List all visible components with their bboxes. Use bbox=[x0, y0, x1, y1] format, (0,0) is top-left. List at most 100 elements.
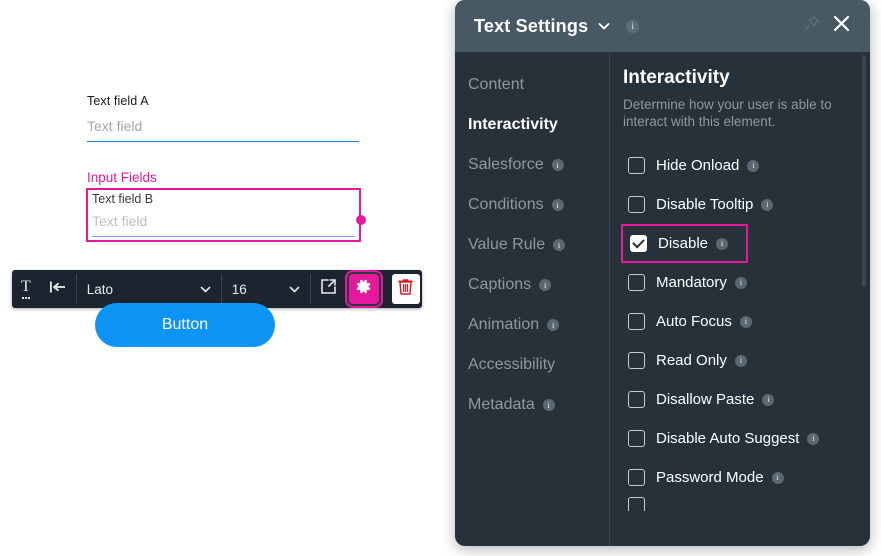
info-icon[interactable]: i bbox=[734, 354, 747, 367]
option-label: Disable Auto Suggest bbox=[656, 430, 800, 447]
checkbox-checked[interactable] bbox=[630, 235, 647, 252]
panel-content: Interactivity Determine how your user is… bbox=[610, 52, 870, 546]
selected-group-label: Input Fields bbox=[87, 170, 157, 185]
nav-item-accessibility[interactable]: Accessibility bbox=[455, 345, 609, 385]
text-field-b-label: Text field B bbox=[92, 192, 154, 206]
gear-icon bbox=[355, 278, 372, 300]
info-icon[interactable]: i bbox=[553, 239, 566, 251]
info-icon[interactable]: i bbox=[761, 198, 774, 211]
nav-item-captions[interactable]: Captions i bbox=[455, 265, 609, 305]
text-field-a-label: Text field A bbox=[87, 94, 149, 108]
canvas-button-label: Button bbox=[161, 316, 209, 333]
selected-element-outline[interactable]: Text field B Text field bbox=[86, 188, 361, 242]
settings-button[interactable] bbox=[348, 274, 379, 304]
nav-item-interactivity[interactable]: Interactivity bbox=[455, 105, 609, 145]
option-label: Read Only bbox=[656, 352, 727, 369]
checkbox-unchecked[interactable] bbox=[628, 274, 645, 291]
content-heading: Interactivity bbox=[623, 67, 730, 88]
checkbox-unchecked[interactable] bbox=[628, 430, 645, 447]
info-icon[interactable]: i bbox=[542, 399, 555, 411]
option-label: Password Mode bbox=[656, 469, 764, 486]
checkbox-unchecked[interactable] bbox=[628, 313, 645, 330]
text-field-b-placeholder: Text field bbox=[92, 213, 148, 229]
info-icon[interactable]: i bbox=[551, 159, 564, 171]
option-row-disallow-paste[interactable]: Disallow Paste i bbox=[623, 380, 870, 419]
checkbox-unchecked[interactable] bbox=[628, 469, 645, 486]
panel-title-info-icon[interactable]: i bbox=[626, 19, 640, 33]
checkbox-unchecked[interactable] bbox=[628, 196, 645, 213]
content-scrollbar-thumb[interactable] bbox=[862, 55, 866, 287]
info-icon[interactable]: i bbox=[551, 199, 564, 211]
pin-button[interactable] bbox=[796, 11, 826, 41]
font-size-value: 16 bbox=[231, 281, 247, 297]
panel-header: Text Settings i bbox=[455, 0, 870, 52]
info-icon[interactable]: i bbox=[762, 393, 775, 406]
nav-item-value-rule[interactable]: Value Rule i bbox=[455, 225, 609, 265]
open-external-icon bbox=[320, 278, 337, 300]
text-field-a-input[interactable]: Text field bbox=[87, 117, 359, 142]
canvas-button[interactable]: Button bbox=[95, 303, 275, 347]
open-external-button[interactable] bbox=[311, 270, 346, 308]
nav-item-label: Content bbox=[468, 76, 525, 93]
option-label: Mandatory bbox=[656, 274, 727, 291]
nav-item-salesforce[interactable]: Salesforce i bbox=[455, 145, 609, 185]
resize-handle-right[interactable] bbox=[356, 215, 366, 225]
delete-button[interactable] bbox=[391, 274, 420, 304]
text-settings-panel: Text Settings i Content Interactivity Sa… bbox=[455, 0, 870, 546]
align-left-button[interactable] bbox=[40, 270, 76, 308]
text-field-b-input[interactable]: Text field bbox=[92, 212, 355, 237]
interactivity-options-list: Hide Onload i Disable Tooltip i Disable i Mand… bbox=[621, 146, 870, 511]
settings-button-wrap bbox=[346, 270, 382, 308]
option-row-auto-focus[interactable]: Auto Focus i bbox=[623, 302, 870, 341]
chevron-down-icon bbox=[289, 284, 300, 295]
nav-item-label: Conditions bbox=[468, 196, 544, 213]
nav-item-label: Metadata bbox=[468, 396, 535, 413]
nav-item-metadata[interactable]: Metadata i bbox=[455, 385, 609, 425]
option-label: Auto Focus bbox=[656, 313, 732, 330]
option-row-disable-auto-suggest[interactable]: Disable Auto Suggest i bbox=[623, 419, 870, 458]
close-button[interactable] bbox=[826, 11, 856, 41]
info-icon[interactable]: i bbox=[716, 237, 729, 250]
nav-item-animation[interactable]: Animation i bbox=[455, 305, 609, 345]
panel-body: Content Interactivity Salesforce i Condition… bbox=[455, 52, 870, 546]
option-row-disable[interactable]: Disable i bbox=[621, 224, 748, 263]
close-icon bbox=[832, 14, 851, 38]
font-family-value: Lato bbox=[86, 281, 114, 297]
nav-item-label: Value Rule bbox=[468, 236, 546, 253]
checkbox-unchecked[interactable] bbox=[628, 157, 645, 174]
info-icon[interactable]: i bbox=[539, 279, 552, 291]
nav-item-label: Captions bbox=[468, 276, 532, 293]
info-icon[interactable]: i bbox=[739, 315, 752, 328]
nav-item-label: Interactivity bbox=[468, 116, 558, 133]
text-field-a-placeholder: Text field bbox=[87, 118, 143, 134]
info-icon[interactable]: i bbox=[547, 319, 560, 331]
option-row-password-mode[interactable]: Password Mode i bbox=[623, 458, 870, 497]
pin-icon bbox=[803, 15, 820, 37]
text-format-button[interactable]: T bbox=[12, 270, 40, 308]
text-format-icon: T bbox=[21, 279, 31, 299]
option-row-partial[interactable] bbox=[623, 497, 870, 511]
checkbox-unchecked[interactable] bbox=[628, 497, 645, 511]
option-row-hide-onload[interactable]: Hide Onload i bbox=[623, 146, 870, 185]
trash-icon bbox=[398, 278, 414, 300]
nav-item-content[interactable]: Content bbox=[455, 65, 609, 105]
checkbox-unchecked[interactable] bbox=[628, 352, 645, 369]
content-scrollbar[interactable] bbox=[862, 55, 866, 503]
chevron-down-icon[interactable] bbox=[597, 19, 611, 33]
info-icon[interactable]: i bbox=[807, 432, 820, 445]
option-row-disable-tooltip[interactable]: Disable Tooltip i bbox=[623, 185, 870, 224]
option-label: Disallow Paste bbox=[656, 391, 755, 408]
info-icon[interactable]: i bbox=[747, 159, 760, 172]
option-row-read-only[interactable]: Read Only i bbox=[623, 341, 870, 380]
text-field-a-group[interactable]: Text field A Text field bbox=[87, 93, 359, 142]
option-row-mandatory[interactable]: Mandatory i bbox=[623, 263, 870, 302]
option-label: Disable bbox=[658, 235, 709, 252]
chevron-down-icon bbox=[200, 284, 211, 295]
nav-item-label: Animation bbox=[468, 316, 540, 333]
info-icon[interactable]: i bbox=[771, 471, 784, 484]
nav-item-conditions[interactable]: Conditions i bbox=[455, 185, 609, 225]
nav-item-label: Salesforce bbox=[468, 156, 544, 173]
nav-item-label: Accessibility bbox=[468, 356, 556, 373]
checkbox-unchecked[interactable] bbox=[628, 391, 645, 408]
info-icon[interactable]: i bbox=[734, 276, 747, 289]
